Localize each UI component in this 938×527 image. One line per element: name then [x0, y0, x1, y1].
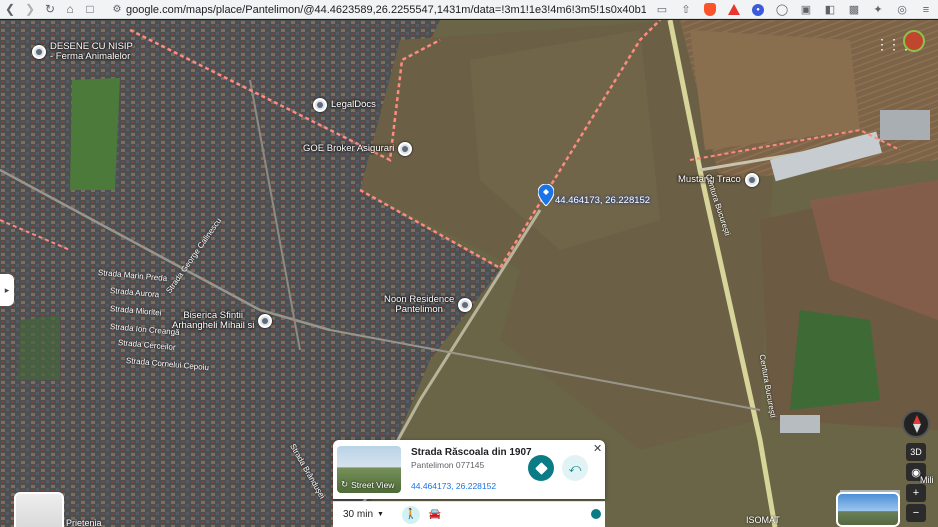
extension-icon[interactable]: ● — [746, 0, 770, 19]
place-label: LegalDocs — [331, 99, 376, 110]
place-mustang-traco[interactable]: Mustang Traco — [678, 173, 759, 187]
place-info-card[interactable]: ↻ Street View Strada Răscoala din 1907 P… — [333, 440, 605, 499]
3d-toggle-button[interactable]: 3D — [906, 443, 926, 461]
place-label: Noon Residence Pantelimon — [384, 294, 455, 315]
share-button[interactable]: ⤺ — [562, 455, 588, 481]
directions-button[interactable] — [528, 455, 554, 481]
place-coordinates[interactable]: 44.464173, 26.228152 — [411, 481, 496, 491]
place-pin-icon[interactable] — [398, 142, 413, 156]
place-pin-icon[interactable] — [32, 45, 46, 59]
zoom-in-button[interactable]: + — [906, 484, 926, 502]
place-pin-icon[interactable] — [458, 298, 473, 312]
satellite-map[interactable]: DESENE CU NISIP - Ferma Animalelor Legal… — [0, 20, 938, 527]
place-pin-icon[interactable] — [258, 314, 273, 328]
back-icon[interactable]: ❮ — [0, 0, 20, 19]
place-noon-residence[interactable]: Noon Residence Pantelimon — [384, 294, 473, 315]
directions-icon — [534, 461, 548, 475]
brave-rewards-icon[interactable] — [722, 0, 746, 19]
car-icon[interactable]: 🚘 — [426, 506, 444, 524]
browser-toolbar: ❮ ❯ ↻ ⌂ □ ⚙ google.com/maps/place/Pantel… — [0, 0, 938, 19]
place-desene-cu-nisip[interactable]: DESENE CU NISIP - Ferma Animalelor — [32, 42, 133, 62]
map-label: Prietenia — [66, 518, 102, 527]
site-settings-icon[interactable]: ⚙ — [108, 4, 126, 15]
place-biserica[interactable]: Biserica Sfintii Arhangheli Mihail si — [172, 310, 273, 331]
map-label: Mili — [920, 475, 934, 485]
place-label: Biserica Sfintii Arhangheli Mihail si — [172, 310, 255, 331]
street-view-photo[interactable]: ↻ Street View — [337, 446, 401, 493]
compass-icon[interactable] — [902, 410, 930, 438]
place-pin-icon[interactable] — [313, 98, 327, 112]
street-view-link[interactable]: ↻ Street View — [341, 479, 394, 490]
share-icon[interactable]: ⇧ — [674, 0, 698, 19]
toolbar-actions: ▭ ⇧ ● ◯ ▣ ◧ ▩ ✦ ◎ ≡ — [650, 0, 938, 19]
forward-icon[interactable]: ❯ — [20, 0, 40, 19]
wallet-icon[interactable]: ▩ — [842, 0, 866, 19]
cast-icon[interactable]: ▭ — [650, 0, 674, 19]
street-view-thumbnail[interactable] — [836, 492, 900, 527]
dropped-pin-label: 44.464173, 26.228152 — [555, 195, 651, 206]
menu-icon[interactable]: ≡ — [914, 0, 938, 19]
place-goe-broker[interactable]: GOE Broker Asigurari — [303, 142, 413, 156]
share-icon: ⤺ — [568, 460, 582, 475]
screenshot-icon[interactable]: ▣ — [794, 0, 818, 19]
leo-icon[interactable]: ✦ — [866, 0, 890, 19]
walk-icon[interactable]: 🚶 — [401, 505, 420, 524]
layers-toggle-button[interactable] — [14, 492, 64, 527]
travel-toggle[interactable] — [591, 509, 601, 519]
url-text[interactable]: google.com/maps/place/Pantelimon/@44.462… — [126, 4, 646, 16]
map-label: ISOMAT — [746, 515, 780, 525]
reload-icon[interactable]: ↻ — [40, 0, 60, 19]
chevron-down-icon[interactable]: ▼ — [377, 511, 384, 518]
street-view-icon: ↻ — [341, 479, 349, 489]
expand-panel-button[interactable]: ▸ — [0, 274, 14, 306]
place-label: DESENE CU NISIP - Ferma Animalelor — [50, 41, 133, 62]
brave-shields-icon[interactable] — [698, 0, 722, 19]
close-button[interactable]: ✕ — [593, 442, 602, 455]
sidebar-icon[interactable]: ◧ — [818, 0, 842, 19]
place-label: GOE Broker Asigurari — [303, 143, 395, 154]
place-legaldocs[interactable]: LegalDocs — [313, 98, 376, 112]
street-view-label: Street View — [351, 479, 395, 490]
place-title: Strada Răscoala din 1907 — [411, 447, 532, 458]
place-pin-icon[interactable] — [744, 173, 759, 187]
address-bar[interactable]: ⚙ google.com/maps/place/Pantelimon/@44.4… — [108, 1, 648, 18]
dropped-pin-icon[interactable] — [538, 184, 554, 206]
account-avatar[interactable] — [903, 30, 925, 52]
extensions-puzzle-icon[interactable]: ◯ — [770, 0, 794, 19]
bookmark-icon[interactable]: □ — [80, 0, 100, 19]
travel-time[interactable]: 30 min — [343, 509, 373, 520]
vpn-icon[interactable]: ◎ — [890, 0, 914, 19]
home-icon[interactable]: ⌂ — [60, 0, 80, 19]
travel-time-bar: 30 min ▼ 🚶 🚘 — [333, 501, 605, 527]
zoom-out-button[interactable]: − — [906, 504, 926, 522]
place-subtitle: Pantelimon 077145 — [411, 460, 485, 470]
